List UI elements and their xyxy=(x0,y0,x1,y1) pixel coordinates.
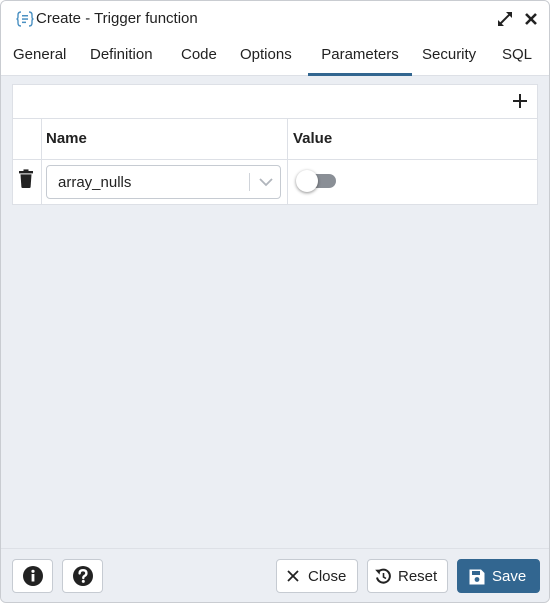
tab-options[interactable]: Options xyxy=(240,37,292,73)
dialog-footer: Close Reset Save xyxy=(1,548,549,602)
close-icon[interactable] xyxy=(521,9,541,29)
close-button[interactable]: Close xyxy=(276,559,358,593)
close-button-label: Close xyxy=(308,568,347,585)
help-icon xyxy=(73,566,93,586)
dialog-title: Create - Trigger function xyxy=(36,10,198,27)
save-button[interactable]: Save xyxy=(457,559,540,593)
table-row: array_nulls xyxy=(13,160,537,205)
save-icon xyxy=(469,569,485,585)
toggle-knob xyxy=(296,170,318,192)
dialog-tabs: General Definition Code Options Paramete… xyxy=(1,37,549,76)
parameters-toolbar xyxy=(13,85,537,119)
column-divider xyxy=(287,119,288,159)
chevron-down-icon[interactable] xyxy=(258,175,274,189)
save-button-label: Save xyxy=(492,568,527,585)
info-icon xyxy=(23,566,43,586)
expand-icon[interactable] xyxy=(495,9,515,29)
column-header-name: Name xyxy=(46,130,87,147)
info-button[interactable] xyxy=(12,559,53,593)
parameter-name-value: array_nulls xyxy=(58,174,132,191)
tab-general[interactable]: General xyxy=(13,37,66,73)
parameters-grid-header: Name Value xyxy=(13,119,537,160)
plus-icon[interactable] xyxy=(510,91,530,111)
reset-icon xyxy=(375,568,391,584)
tab-security[interactable]: Security xyxy=(422,37,476,73)
column-divider xyxy=(41,160,42,205)
column-divider xyxy=(287,160,288,205)
parameter-value-toggle[interactable] xyxy=(296,169,340,193)
tab-parameters[interactable]: Parameters xyxy=(308,37,412,76)
parameters-panel: Name Value array_nulls xyxy=(12,84,538,205)
help-button[interactable] xyxy=(62,559,103,593)
select-divider xyxy=(249,173,250,191)
create-trigger-function-dialog: Create - Trigger function General Defini… xyxy=(0,0,550,603)
tab-sql[interactable]: SQL xyxy=(502,37,532,73)
trigger-function-icon xyxy=(16,11,34,27)
reset-button-label: Reset xyxy=(398,568,438,585)
tab-definition[interactable]: Definition xyxy=(90,37,153,73)
tab-code[interactable]: Code xyxy=(181,37,217,73)
close-icon xyxy=(287,570,299,582)
trash-icon[interactable] xyxy=(18,169,34,189)
column-divider xyxy=(41,119,42,159)
dialog-titlebar[interactable]: Create - Trigger function xyxy=(1,1,549,37)
parameter-name-select[interactable]: array_nulls xyxy=(46,165,281,199)
reset-button[interactable]: Reset xyxy=(367,559,448,593)
column-header-value: Value xyxy=(293,130,333,147)
